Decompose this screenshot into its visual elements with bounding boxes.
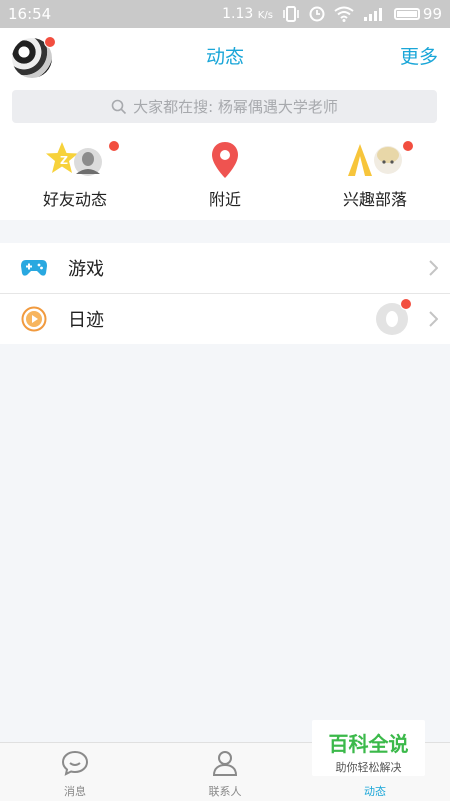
watermark: 百科全说 助你轻松解决 [312, 720, 425, 776]
chevron-right-icon [429, 260, 438, 276]
quick-item-friend-feed[interactable]: Z 好友动态 [0, 140, 150, 210]
tab-label: 消息 [64, 785, 86, 798]
wifi-icon [334, 6, 354, 22]
vibrate-icon [283, 6, 299, 22]
signal-icon [363, 8, 382, 21]
tab-label: 联系人 [208, 785, 242, 798]
search-icon [111, 99, 127, 114]
page-title: 动态 [205, 46, 244, 68]
list-item-moments[interactable]: 日迹 [0, 294, 450, 344]
gamepad-icon [21, 260, 47, 276]
watermark-brand: 百科全说 [328, 732, 409, 756]
video-play-icon [21, 306, 47, 332]
feature-list: 游戏 日迹 [0, 243, 450, 344]
location-pin-icon [212, 142, 238, 178]
quick-item-tribe[interactable]: 兴趣部落 [300, 140, 450, 210]
penguin-placeholder-icon [386, 311, 398, 327]
network-speed: 1.13 K/s [222, 6, 273, 22]
quick-item-label: 兴趣部落 [342, 190, 407, 209]
watermark-slogan: 助你轻松解决 [335, 761, 402, 774]
battery-icon: 99 [393, 5, 442, 23]
tribe-icon [348, 144, 402, 176]
contacts-icon [212, 751, 238, 776]
list-item-games[interactable]: 游戏 [0, 243, 450, 294]
chevron-right-icon [429, 311, 438, 327]
svg-text:Z: Z [60, 154, 68, 167]
quick-item-label: 附近 [208, 190, 241, 209]
more-button[interactable]: 更多 [400, 42, 438, 69]
top-bar: 动态 更多 [0, 28, 450, 82]
tab-label: 动态 [364, 785, 386, 798]
alarm-icon [309, 6, 325, 22]
friend-feed-icon: Z [46, 142, 102, 176]
tab-contacts[interactable]: 联系人 [150, 743, 300, 801]
search-bar[interactable]: 大家都在搜: 杨幂偶遇大学老师 [12, 90, 437, 123]
friend-feed-badge [108, 140, 120, 152]
tab-messages[interactable]: 消息 [0, 743, 150, 801]
tribe-badge [402, 140, 414, 152]
quick-item-nearby[interactable]: 附近 [150, 140, 300, 210]
search-placeholder: 大家都在搜: 杨幂偶遇大学老师 [133, 98, 338, 116]
list-item-label: 日迹 [68, 310, 104, 331]
status-bar: 16:54 1.13 K/s 99 [0, 0, 450, 28]
chat-icon [61, 750, 89, 776]
list-item-label: 游戏 [68, 259, 104, 280]
quick-entries: Z 好友动态 附近 兴趣部落 [0, 140, 450, 210]
quick-item-label: 好友动态 [42, 190, 107, 209]
status-time: 16:54 [8, 5, 52, 23]
battery-level: 99 [422, 5, 442, 23]
moments-badge [400, 298, 412, 310]
